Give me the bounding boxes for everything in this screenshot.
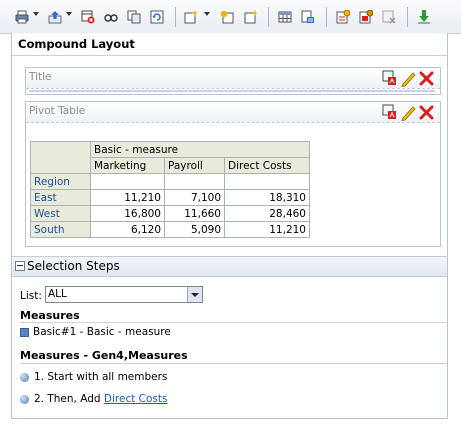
step-1-label: 1. Start with all members: [34, 371, 168, 383]
divider: [20, 322, 447, 323]
list-label: List:: [20, 290, 42, 302]
title-view-body: [29, 90, 435, 92]
insert-view-icon[interactable]: [218, 8, 236, 26]
toolbar: [0, 0, 461, 34]
divider: [20, 363, 447, 364]
preview-icon[interactable]: [102, 8, 120, 26]
cell-value: 5,090: [164, 221, 225, 238]
view-properties-icon[interactable]: [382, 70, 396, 85]
measure-item: Basic#1 - Basic - measure: [20, 326, 171, 338]
row-header-region: Region: [30, 173, 91, 190]
edit-view-icon[interactable]: [401, 106, 416, 122]
print-icon[interactable]: [13, 8, 31, 26]
delete-view-icon[interactable]: [79, 8, 97, 26]
list-select-value: ALL: [48, 288, 67, 300]
print-dropdown-icon[interactable]: [33, 12, 39, 16]
cell-value: 6,120: [90, 221, 165, 238]
cell-value: 16,800: [90, 205, 165, 222]
step-bullet-icon: [20, 394, 29, 404]
remove-icon[interactable]: [380, 8, 398, 26]
download-icon[interactable]: [415, 8, 433, 26]
direct-costs-link[interactable]: Direct Costs: [104, 393, 168, 405]
measure-header: Basic - measure: [90, 141, 310, 158]
delete-view-icon[interactable]: [419, 71, 434, 86]
pivot-table-view: Pivot Table Basic - measure Marketing Pa…: [25, 101, 441, 247]
divider: [12, 55, 447, 56]
row-label-south: South: [30, 221, 91, 238]
step-2-label: 2. Then, Add: [34, 393, 104, 405]
empty-cell: [164, 173, 225, 190]
measure-item-label: Basic#1 - Basic - measure: [33, 326, 171, 338]
pivot-corner: [30, 141, 91, 174]
chevron-down-icon[interactable]: [187, 287, 202, 302]
table-view-icon[interactable]: [276, 8, 294, 26]
title-view-label: Title: [29, 71, 52, 83]
cell-value: 7,100: [164, 189, 225, 206]
dimension-square-icon: [20, 327, 29, 337]
column-header-payroll: Payroll: [164, 157, 225, 174]
pivot-header-row: Basic - measure: [30, 141, 310, 174]
cell-value: 11,210: [224, 221, 310, 238]
pivot-view-actions: [382, 103, 436, 122]
compound-layout-title: Compound Layout: [18, 37, 135, 51]
new-view-icon[interactable]: [182, 8, 200, 26]
new-view-dropdown-icon[interactable]: [204, 12, 210, 16]
toolbar-separator: [268, 7, 269, 27]
step-item: 1. Start with all members: [20, 371, 167, 383]
copy-view-icon[interactable]: [125, 8, 143, 26]
title-view-header[interactable]: Title: [26, 68, 440, 89]
cell-value: 11,660: [164, 205, 225, 222]
row-label-west: West: [30, 205, 91, 222]
toolbar-separator: [407, 7, 408, 27]
export-icon[interactable]: [46, 8, 64, 26]
add-view-icon[interactable]: [241, 8, 259, 26]
empty-cell: [224, 173, 310, 190]
view-properties-icon[interactable]: [382, 104, 396, 119]
export-dropdown-icon[interactable]: [66, 12, 72, 16]
list-select[interactable]: ALL: [45, 286, 203, 303]
measures-heading: Measures: [20, 309, 80, 322]
cell-value: 28,460: [224, 205, 310, 222]
gen-heading: Measures - Gen4,Measures: [20, 349, 188, 362]
edit-view-icon[interactable]: [401, 72, 416, 88]
cell-value: 18,310: [224, 189, 310, 206]
settings-icon[interactable]: [357, 8, 375, 26]
collapse-icon[interactable]: [15, 261, 25, 271]
pivot-view-label: Pivot Table: [29, 105, 86, 117]
row-label-east: East: [30, 189, 91, 206]
selection-steps-header: Selection Steps: [12, 256, 447, 277]
table-row: West 16,800 11,660 28,460: [30, 205, 310, 222]
properties-icon[interactable]: [334, 8, 352, 26]
column-header-direct-costs: Direct Costs: [224, 157, 310, 174]
step-item: 2. Then, Add Direct Costs: [20, 393, 167, 405]
pivot-view-header[interactable]: Pivot Table: [26, 102, 440, 123]
table-row: South 6,120 5,090 11,210: [30, 221, 310, 238]
empty-cell: [90, 173, 165, 190]
title-view: Title: [25, 67, 441, 95]
selection-steps-title: Selection Steps: [27, 259, 120, 273]
cell-value: 11,210: [90, 189, 165, 206]
toolbar-separator: [175, 7, 176, 27]
delete-view-icon[interactable]: [419, 105, 434, 120]
column-header-marketing: Marketing: [90, 157, 165, 174]
refresh-icon[interactable]: [148, 8, 166, 26]
pivot-region-row: Region: [30, 173, 310, 190]
filter-icon[interactable]: [299, 8, 317, 26]
step-bullet-icon: [20, 372, 29, 382]
toolbar-separator: [326, 7, 327, 27]
title-view-actions: [382, 69, 436, 88]
pivot-table: Basic - measure Marketing Payroll Direct…: [30, 141, 310, 238]
compound-layout-panel: Compound Layout Title Pivot Table Basic …: [11, 33, 448, 419]
table-row: East 11,210 7,100 18,310: [30, 189, 310, 206]
